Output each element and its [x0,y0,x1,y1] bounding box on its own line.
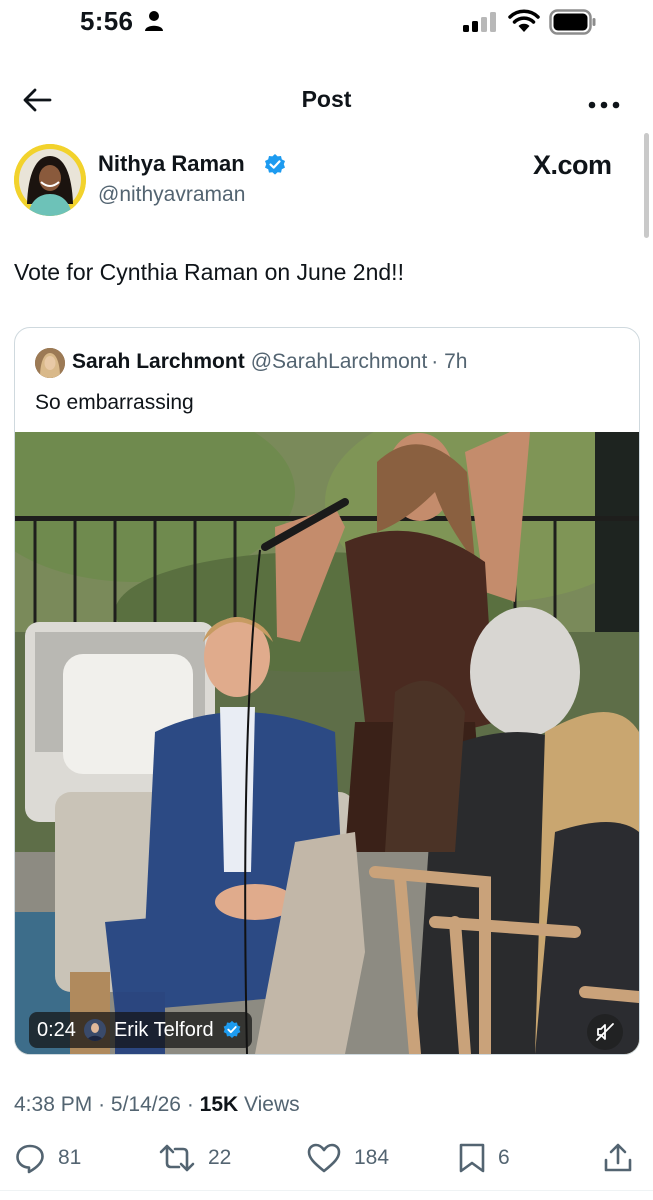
battery-icon [549,9,597,40]
quote-text: So embarrassing [35,391,194,414]
reply-icon [16,1144,44,1174]
views-count[interactable]: 15K [200,1093,239,1116]
more-options-icon[interactable] [588,96,620,114]
reply-button[interactable]: 81 [14,1138,81,1178]
repost-button[interactable]: 22 [158,1138,231,1178]
post-text: Vote for Cynthia Raman on June 2nd!! [14,259,404,285]
bookmark-button[interactable]: 6 [458,1138,510,1178]
quote-timestamp: · 7h [431,350,468,373]
status-time: 5:56 [80,6,134,36]
quote-author-name[interactable]: Sarah Larchmont [72,350,245,373]
video-duration: 0:24 [37,1018,76,1041]
share-button[interactable] [603,1138,633,1178]
author-avatar[interactable] [14,144,86,216]
scrollbar[interactable] [644,133,649,238]
page-title: Post [301,86,352,112]
video-info-badge: 0:24 Erik Telford [29,1012,252,1048]
wifi-icon [508,9,540,38]
heart-icon [307,1143,341,1173]
post-meta: 4:38 PM · 5/14/26 · 15K Views [14,1093,300,1116]
reply-count: 81 [58,1146,82,1169]
post-detail-screen: 5:56 Post Nithya Raman @nithyavraman X.c… [0,0,653,1200]
divider [0,1190,653,1191]
person-icon [144,10,164,37]
video-frame [15,432,639,1054]
muted-speaker-icon [596,1023,614,1041]
uploader-verified-icon [222,1020,242,1040]
quote-author-avatar[interactable] [35,348,65,378]
video-uploader-name[interactable]: Erik Telford [114,1019,214,1042]
post-time: 4:38 PM [14,1093,93,1116]
verified-badge-icon [263,153,287,182]
bookmark-count: 6 [498,1146,510,1169]
views-label: Views [244,1093,300,1116]
author-name[interactable]: Nithya Raman [98,151,245,177]
quoted-post-card[interactable]: Sarah Larchmont @SarahLarchmont · 7h So em… [14,327,640,1055]
action-bar: 81 22 184 6 [0,1138,653,1180]
video-player[interactable]: 0:24 Erik Telford [15,432,639,1054]
cellular-signal-icon [463,12,497,37]
author-handle[interactable]: @nithyavraman [98,183,245,207]
repost-count: 22 [208,1146,232,1169]
mute-button[interactable] [587,1014,623,1050]
quote-header: Sarah Larchmont @SarahLarchmont · 7h [72,350,467,374]
uploader-avatar [83,1019,106,1041]
share-icon [604,1143,632,1172]
repost-icon [159,1144,195,1172]
bookmark-icon [459,1143,485,1173]
source-watermark: X.com [533,150,612,180]
like-button[interactable]: 184 [306,1138,389,1178]
like-count: 184 [354,1146,390,1169]
quote-author-handle[interactable]: @SarahLarchmont [251,350,428,373]
post-date: 5/14/26 [110,1093,181,1116]
